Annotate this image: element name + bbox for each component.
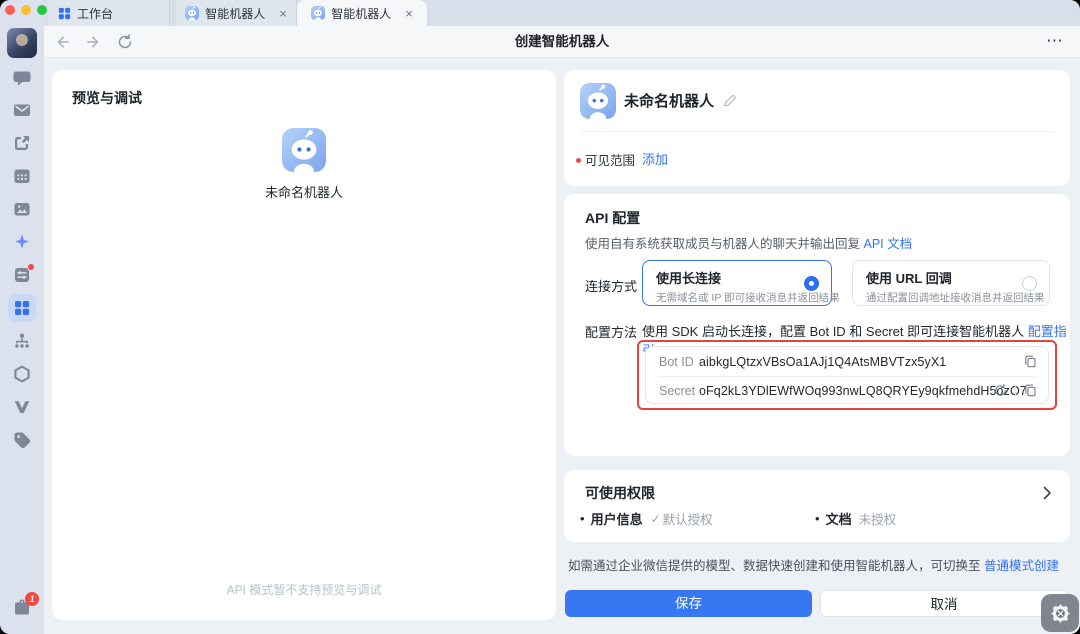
add-visibility-link[interactable]: 添加: [642, 149, 668, 168]
save-button[interactable]: 保存: [565, 590, 812, 617]
robot-icon: [311, 6, 325, 20]
permissions-card[interactable]: 可使用权限 • 用户信息 ✓ 默认授权 • 文档 未授权: [564, 470, 1070, 542]
robot-identity-card: 未命名机器人 可见范围 添加: [564, 70, 1070, 186]
user-avatar[interactable]: [7, 28, 37, 58]
sidebar-item-apps-active[interactable]: [8, 294, 36, 322]
org-chart-icon[interactable]: [13, 332, 31, 350]
bot-id-value: aibkgLQtzxVBsOa1AJj1Q4AtsMBVTzx5yX1: [699, 355, 946, 369]
permissions-title: 可使用权限: [585, 483, 655, 503]
bullet: •: [815, 511, 820, 526]
v-logo-icon[interactable]: [13, 398, 31, 416]
close-tab-icon[interactable]: ×: [405, 7, 413, 20]
tab-label: 工作台: [77, 5, 113, 22]
chevron-right-icon[interactable]: [1043, 486, 1052, 500]
debug-settings-button[interactable]: [1041, 594, 1079, 632]
calendar-icon[interactable]: [13, 167, 31, 185]
option-desc: 无需域名或 IP 即可接收消息并返回结果: [656, 290, 831, 305]
divider: [1015, 384, 1016, 397]
more-menu-icon[interactable]: ⋯: [1046, 26, 1064, 58]
check-icon: ✓: [651, 512, 661, 526]
tab-label: 智能机器人: [331, 5, 391, 22]
window-controls: [5, 5, 47, 15]
share-icon[interactable]: [13, 134, 31, 152]
workbench-icon[interactable]: [13, 266, 31, 284]
copy-icon[interactable]: [1023, 383, 1038, 398]
secret-label: Secret: [659, 384, 699, 398]
option-url-callback[interactable]: 使用 URL 回调 通过配置回调地址接收消息并返回结果: [852, 260, 1050, 306]
briefcase-badge: 1: [25, 592, 39, 606]
api-config-card: API 配置 使用自有系统获取成员与机器人的聊天并输出回复 API 文档 连接方…: [564, 194, 1070, 456]
switch-mode-hint: 如需通过企业微信提供的模型、数据快速创建和使用智能机器人，可切换至 普通模式创建: [568, 555, 1059, 574]
app-window: 1 工作台 智能机器人 × 智能机器人: [0, 0, 1080, 634]
tag-icon[interactable]: [13, 431, 31, 449]
tab-label: 智能机器人: [205, 5, 265, 22]
close-window-button[interactable]: [5, 5, 15, 15]
visibility-label: 可见范围: [585, 150, 635, 169]
radio-selected-icon: [804, 276, 819, 291]
preview-title: 预览与调试: [72, 88, 142, 108]
radio-unselected-icon: [1022, 276, 1037, 291]
mail-icon[interactable]: [13, 101, 31, 119]
normal-mode-link[interactable]: 普通模式创建: [984, 559, 1059, 573]
option-long-connection[interactable]: 使用长连接 无需域名或 IP 即可接收消息并返回结果: [642, 260, 832, 306]
page-title: 创建智能机器人: [44, 26, 1080, 58]
permission-user-info: • 用户信息 ✓ 默认授权: [580, 509, 713, 528]
ai-sparkle-icon[interactable]: [13, 233, 31, 251]
chat-icon[interactable]: [13, 69, 31, 87]
visibility-row: 可见范围 添加: [576, 150, 635, 169]
config-method-label: 配置方法: [585, 322, 637, 341]
copy-icon[interactable]: [1023, 354, 1038, 369]
preview-disabled-note: API 模式暂不支持预览与调试: [52, 581, 556, 598]
bullet: •: [580, 511, 585, 526]
refresh-secret-icon[interactable]: [993, 383, 1008, 398]
api-doc-link[interactable]: API 文档: [864, 237, 913, 251]
bot-id-label: Bot ID: [659, 355, 699, 369]
edit-name-icon[interactable]: [722, 93, 737, 108]
sidebar: 1: [0, 0, 44, 634]
bot-id-row: Bot ID aibkgLQtzxVBsOa1AJj1Q4AtsMBVTzx5y…: [646, 347, 1048, 376]
permission-docs: • 文档 未授权: [815, 509, 896, 528]
zoom-window-button[interactable]: [37, 5, 47, 15]
tab-smart-robot-2-active[interactable]: 智能机器人 ×: [297, 0, 427, 26]
secret-value: oFq2kL3YDlEWfWOq993nwLQ8QRYEy9qkfmehdH5o…: [699, 384, 1027, 398]
briefcase-icon[interactable]: 1: [13, 598, 31, 616]
api-section-title: API 配置: [585, 208, 640, 228]
tab-workbench[interactable]: 工作台: [48, 0, 170, 26]
robot-avatar[interactable]: [580, 83, 616, 119]
robot-icon: [185, 6, 199, 20]
credentials-card: Bot ID aibkgLQtzxVBsOa1AJj1Q4AtsMBVTzx5y…: [645, 346, 1049, 404]
robot-avatar: [282, 128, 326, 172]
option-desc: 通过配置回调地址接收消息并返回结果: [866, 290, 1049, 305]
notification-dot: [27, 263, 35, 271]
permissions-row: • 用户信息 ✓ 默认授权 • 文档 未授权: [580, 509, 1054, 528]
tab-bar: 工作台 智能机器人 × 智能机器人 ×: [44, 0, 1080, 26]
close-tab-icon[interactable]: ×: [279, 7, 287, 20]
secret-row: Secret oFq2kL3YDlEWfWOq993nwLQ8QRYEy9qkf…: [646, 376, 1048, 405]
robot-name: 未命名机器人: [624, 90, 714, 111]
preview-panel: 预览与调试 未命名机器人 API 模式暂不支持预览与调试: [52, 70, 556, 620]
divider: [580, 131, 1054, 132]
required-marker: [576, 158, 581, 163]
connection-mode-label: 连接方式: [585, 276, 637, 295]
apps-grid-icon: [58, 7, 71, 20]
cancel-button[interactable]: 取消: [820, 590, 1068, 617]
apps-grid-icon: [14, 300, 30, 316]
gear-icon: [1050, 603, 1071, 624]
package-icon[interactable]: [13, 365, 31, 383]
toolbar: 创建智能机器人 ⋯: [44, 26, 1080, 58]
robot-name: 未命名机器人: [265, 182, 343, 201]
minimize-window-button[interactable]: [21, 5, 31, 15]
main-content: 预览与调试 未命名机器人 API 模式暂不支持预览与调试 未命名机器人: [44, 58, 1080, 634]
gallery-icon[interactable]: [13, 200, 31, 218]
api-section-subtitle: 使用自有系统获取成员与机器人的聊天并输出回复 API 文档: [585, 233, 912, 252]
tab-smart-robot-1[interactable]: 智能机器人 ×: [176, 0, 297, 26]
